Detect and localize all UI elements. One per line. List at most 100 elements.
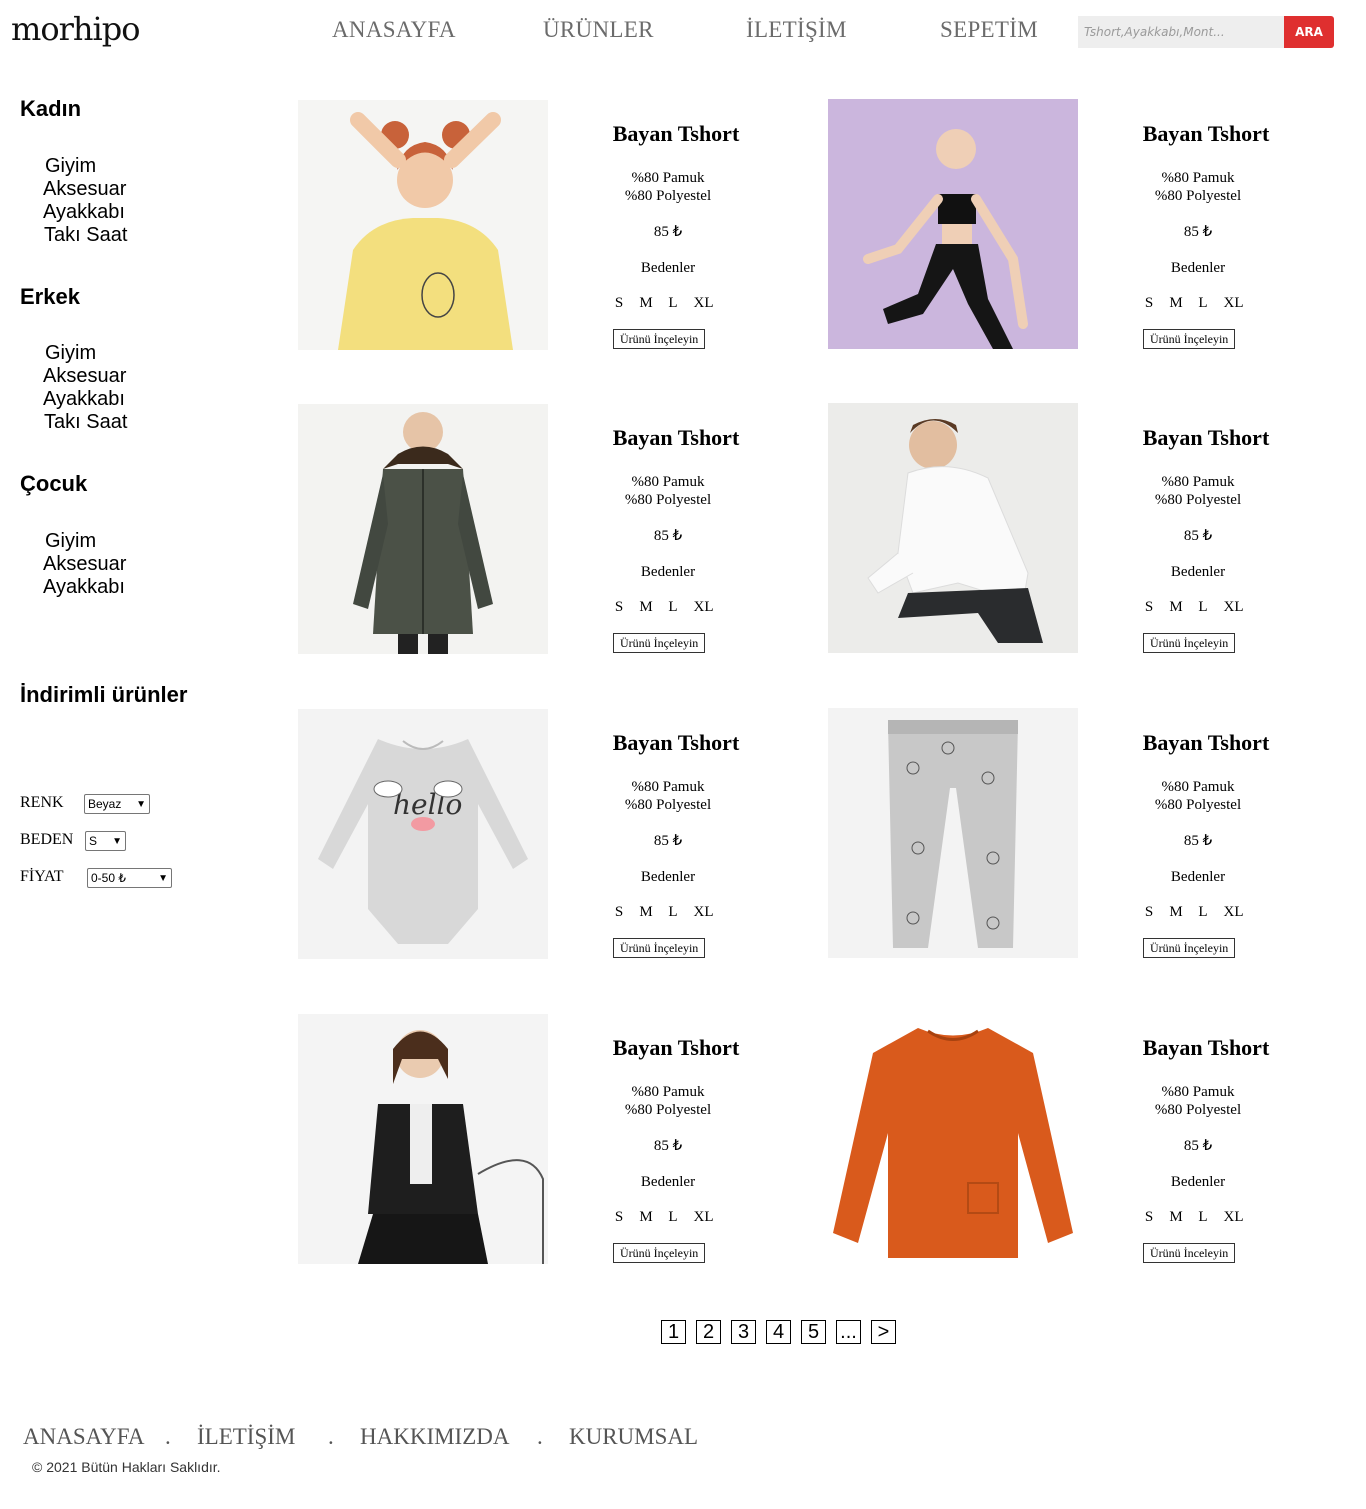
nav-sepetim[interactable]: SEPETİM bbox=[940, 17, 1038, 43]
page-5-button[interactable]: 5 bbox=[801, 1320, 826, 1344]
size-option[interactable]: L bbox=[1190, 1209, 1217, 1226]
inspect-product-button[interactable]: Ürünü İnçeleyin bbox=[613, 329, 706, 349]
cocuk-ayakkabi[interactable]: Ayakkabı bbox=[43, 576, 125, 599]
inspect-product-button[interactable]: Ürünü İnçeleyin bbox=[1143, 633, 1236, 653]
product-title[interactable]: Bayan Tshort bbox=[1076, 425, 1336, 451]
size-option[interactable]: XL bbox=[1217, 1209, 1251, 1226]
page-1-button[interactable]: 1 bbox=[661, 1320, 686, 1344]
category-heading-kadin[interactable]: Kadın bbox=[20, 96, 81, 122]
size-option[interactable]: XL bbox=[687, 599, 721, 616]
product-sizes: S M L XL bbox=[563, 599, 763, 616]
size-option[interactable]: S bbox=[1136, 295, 1163, 312]
size-option[interactable]: S bbox=[1136, 1209, 1163, 1226]
size-option[interactable]: S bbox=[606, 295, 633, 312]
size-option[interactable]: M bbox=[1163, 1209, 1190, 1226]
product-image[interactable] bbox=[828, 99, 1078, 349]
size-option[interactable]: XL bbox=[687, 295, 721, 312]
size-option[interactable]: M bbox=[1163, 295, 1190, 312]
kadin-giyim[interactable]: Giyim bbox=[45, 155, 96, 178]
inspect-product-button[interactable]: Ürünü İnçeleyin bbox=[613, 633, 706, 653]
footer-link-hakkimizda[interactable]: HAKKIMIZDA bbox=[360, 1424, 509, 1450]
inspect-product-button[interactable]: Ürünü İnçeleyin bbox=[613, 1243, 706, 1263]
inspect-product-button[interactable]: Ürünü İnceleyin bbox=[1143, 1243, 1236, 1263]
size-option[interactable]: M bbox=[633, 599, 660, 616]
category-heading-cocuk[interactable]: Çocuk bbox=[20, 471, 87, 497]
size-option[interactable]: M bbox=[633, 904, 660, 921]
nav-iletisim[interactable]: İLETİŞİM bbox=[746, 17, 847, 43]
page-2-button[interactable]: 2 bbox=[696, 1320, 721, 1344]
discount-heading[interactable]: İndirimli ürünler bbox=[20, 682, 187, 708]
kadin-ayakkabi[interactable]: Ayakkabı bbox=[43, 201, 125, 224]
cocuk-aksesuar[interactable]: Aksesuar bbox=[43, 553, 126, 576]
size-option[interactable]: S bbox=[1136, 599, 1163, 616]
cocuk-giyim[interactable]: Giyim bbox=[45, 530, 96, 553]
inspect-product-button[interactable]: Ürünü İnçeleyin bbox=[1143, 938, 1236, 958]
product-material-2: %80 Polyestel bbox=[1154, 188, 1242, 204]
page-ellipsis-button[interactable]: ... bbox=[836, 1320, 861, 1344]
product-image[interactable] bbox=[828, 1013, 1078, 1263]
product-sizes-label: Bedenler bbox=[1170, 1174, 1226, 1190]
category-heading-erkek[interactable]: Erkek bbox=[20, 284, 80, 310]
size-option[interactable]: S bbox=[1136, 904, 1163, 921]
footer-link-anasayfa[interactable]: ANASAYFA bbox=[23, 1424, 144, 1450]
erkek-giyim[interactable]: Giyim bbox=[45, 342, 96, 365]
footer-link-kurumsal[interactable]: KURUMSAL bbox=[569, 1424, 698, 1450]
product-material-1: %80 Pamuk bbox=[1161, 779, 1235, 795]
size-option[interactable]: XL bbox=[687, 904, 721, 921]
erkek-ayakkabi[interactable]: Ayakkabı bbox=[43, 388, 125, 411]
size-option[interactable]: M bbox=[1163, 599, 1190, 616]
product-image[interactable] bbox=[298, 1014, 548, 1264]
size-option[interactable]: XL bbox=[1217, 599, 1251, 616]
product-price: 85 ₺ bbox=[1183, 833, 1213, 849]
logo[interactable]: morhipo bbox=[11, 10, 140, 48]
price-select-value: 0-50 ₺ bbox=[91, 871, 126, 885]
size-option[interactable]: L bbox=[660, 295, 687, 312]
inspect-product-button[interactable]: Ürünü İnçeleyin bbox=[1143, 329, 1236, 349]
product-title[interactable]: Bayan Tshort bbox=[546, 121, 806, 147]
size-option[interactable]: S bbox=[606, 1209, 633, 1226]
product-image[interactable] bbox=[298, 404, 548, 654]
size-option[interactable]: L bbox=[1190, 599, 1217, 616]
next-page-button[interactable]: > bbox=[871, 1320, 896, 1344]
erkek-taki-saat[interactable]: Takı Saat bbox=[44, 411, 127, 434]
search-input[interactable] bbox=[1078, 16, 1284, 48]
size-option[interactable]: S bbox=[606, 599, 633, 616]
erkek-aksesuar[interactable]: Aksesuar bbox=[43, 365, 126, 388]
product-title[interactable]: Bayan Tshort bbox=[546, 1035, 806, 1061]
search-button[interactable]: ARA bbox=[1284, 16, 1334, 48]
product-title[interactable]: Bayan Tshort bbox=[1076, 730, 1336, 756]
size-option[interactable]: XL bbox=[1217, 295, 1251, 312]
product-title[interactable]: Bayan Tshort bbox=[546, 425, 806, 451]
size-select[interactable]: S ▼ bbox=[85, 831, 126, 851]
product-image[interactable] bbox=[828, 403, 1078, 653]
kadin-aksesuar[interactable]: Aksesuar bbox=[43, 178, 126, 201]
size-option[interactable]: M bbox=[633, 295, 660, 312]
size-option[interactable]: M bbox=[1163, 904, 1190, 921]
size-option[interactable]: XL bbox=[687, 1209, 721, 1226]
size-option[interactable]: XL bbox=[1217, 904, 1251, 921]
product-title[interactable]: Bayan Tshort bbox=[546, 730, 806, 756]
size-option[interactable]: M bbox=[633, 1209, 660, 1226]
product-price: 85 ₺ bbox=[653, 528, 683, 544]
size-option[interactable]: L bbox=[660, 904, 687, 921]
inspect-product-button[interactable]: Ürünü İnçeleyin bbox=[613, 938, 706, 958]
nav-urunler[interactable]: ÜRÜNLER bbox=[543, 17, 654, 43]
color-select[interactable]: Beyaz ▼ bbox=[84, 794, 150, 814]
size-option[interactable]: L bbox=[660, 1209, 687, 1226]
kadin-taki-saat[interactable]: Takı Saat bbox=[44, 224, 127, 247]
size-option[interactable]: L bbox=[660, 599, 687, 616]
product-image[interactable]: hello bbox=[298, 709, 548, 959]
size-option[interactable]: L bbox=[1190, 295, 1217, 312]
size-option[interactable]: L bbox=[1190, 904, 1217, 921]
nav-anasayfa[interactable]: ANASAYFA bbox=[332, 17, 456, 43]
product-title[interactable]: Bayan Tshort bbox=[1076, 1035, 1336, 1061]
page-3-button[interactable]: 3 bbox=[731, 1320, 756, 1344]
product-image[interactable] bbox=[298, 100, 548, 350]
size-option[interactable]: S bbox=[606, 904, 633, 921]
price-select[interactable]: 0-50 ₺ ▼ bbox=[87, 868, 172, 888]
page-4-button[interactable]: 4 bbox=[766, 1320, 791, 1344]
product-image[interactable] bbox=[828, 708, 1078, 958]
product-material-2: %80 Polyestel bbox=[1154, 492, 1242, 508]
footer-link-iletisim[interactable]: İLETİŞİM bbox=[197, 1424, 295, 1450]
product-title[interactable]: Bayan Tshort bbox=[1076, 121, 1336, 147]
